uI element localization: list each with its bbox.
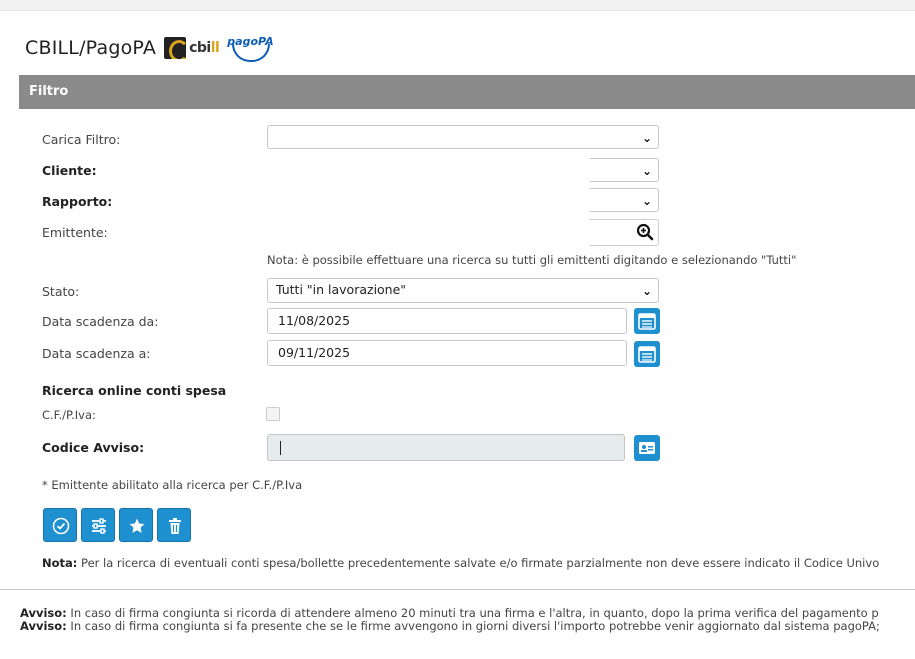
header: CBILL/PagoPA cbill pagoPA [25,35,274,62]
codice-avviso-label: Codice Avviso: [42,440,145,455]
trash-icon [169,518,181,534]
rapporto-label: Rapporto: [42,194,113,209]
nota-label: Nota: [42,556,78,570]
pagopa-arc-icon [232,44,271,62]
calendar-icon [638,346,656,363]
codice-avviso-input[interactable] [267,434,625,461]
delete-button[interactable] [157,508,191,542]
codice-avviso-card-button[interactable] [634,435,660,461]
ricerca-online-title: Ricerca online conti spesa [42,383,227,398]
page-title: CBILL/PagoPA [25,37,157,59]
pagopa-logo: pagoPA [227,35,274,62]
cliente-select[interactable]: ⌄ [590,158,659,182]
data-a-label: Data scadenza a: [42,346,151,361]
advanced-filter-button[interactable] [81,508,115,542]
id-card-icon [639,442,655,454]
filtro-section-header: Filtro [19,75,915,109]
confirm-button[interactable] [43,508,77,542]
calendar-button-da[interactable] [634,308,660,334]
chevron-down-icon: ⌄ [641,131,652,145]
stato-label: Stato: [42,284,80,299]
emittente-label: Emittente: [42,225,108,240]
cbill-logo-icon [164,37,187,59]
avviso-line-2: Avviso: In caso di firma congiunta si fa… [20,619,880,633]
text-cursor [280,441,281,455]
avviso-label-2: Avviso: [20,619,67,633]
save-favorite-button[interactable] [119,508,153,542]
stato-value: Tutti "in lavorazione" [276,282,407,297]
avviso-line-1: Avviso: In caso di firma congiunta si ri… [20,606,879,620]
data-scadenza-da-input[interactable]: 11/08/2025 [267,308,627,334]
avviso-text-1: In caso di firma congiunta si ricorda di… [66,606,879,620]
emittente-input[interactable] [590,219,659,246]
page: CBILL/PagoPA cbill pagoPA Filtro Carica … [0,10,915,659]
star-icon [129,518,145,533]
avviso-text-2: In caso di firma congiunta si fa present… [66,619,880,633]
action-buttons [43,508,191,542]
stato-select[interactable]: Tutti "in lavorazione" ⌄ [267,278,659,303]
cf-piva-checkbox[interactable] [266,407,280,421]
carica-filtro-select[interactable]: ⌄ [267,125,659,149]
nota-text: Per la ricerca di eventuali conti spesa/… [77,556,880,570]
rapporto-select[interactable]: ⌄ [590,188,659,212]
cf-piva-label: C.F./P.Iva: [42,408,96,422]
cbill-logo-text-a: cbi [189,40,211,56]
search-icon[interactable] [636,223,654,241]
divider [0,589,915,590]
data-scadenza-a-input[interactable]: 09/11/2025 [267,340,627,366]
chevron-down-icon: ⌄ [641,194,652,208]
calendar-button-a[interactable] [634,341,660,367]
cbill-logo: cbill [164,37,220,59]
avviso-label-1: Avviso: [20,606,67,620]
calendar-icon [638,313,656,330]
confirm-icon [52,517,70,535]
nota-conti-spesa: Nota: Per la ricerca di eventuali conti … [42,556,879,570]
emittente-note: Nota: è possibile effettuare una ricerca… [267,253,797,267]
chevron-down-icon: ⌄ [641,284,652,298]
sliders-icon [92,518,106,534]
cf-footnote: * Emittente abilitato alla ricerca per C… [42,478,303,492]
data-da-label: Data scadenza da: [42,314,159,329]
chevron-down-icon: ⌄ [641,164,652,178]
carica-filtro-label: Carica Filtro: [42,132,121,147]
cbill-logo-text-b: ll [210,40,220,56]
cliente-label: Cliente: [42,163,97,178]
